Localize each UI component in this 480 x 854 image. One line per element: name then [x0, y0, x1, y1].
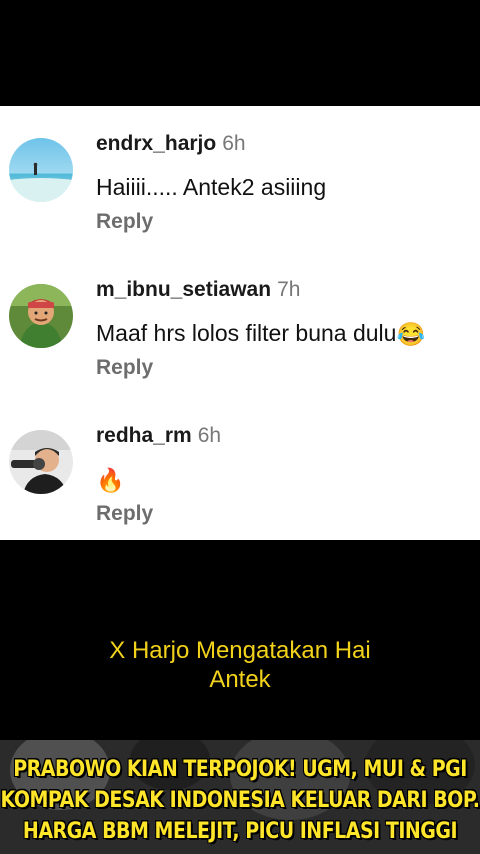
reply-button[interactable]: Reply	[96, 356, 153, 380]
comment-time: 7h	[277, 278, 301, 301]
headline-line: HARGA BBM MELEJIT, PICU INFLASI TINGGI	[22, 818, 458, 844]
reply-button[interactable]: Reply	[96, 210, 153, 234]
comment-username[interactable]: redha_rm 6h	[96, 424, 221, 448]
comments-panel: endrx_harjo 6h Haiiii..... Antek2 asiiing…	[0, 106, 480, 540]
comment-username[interactable]: m_ibnu_setiawan 7h	[96, 278, 300, 302]
comment-username[interactable]: endrx_harjo 6h	[96, 132, 246, 156]
headline-text: PRABOWO KIAN TERPOJOK! UGM, MUI & PGI KO…	[0, 754, 480, 847]
comment-text: Haiiii..... Antek2 asiiing	[96, 174, 327, 200]
comment-text: 🔥	[96, 466, 125, 494]
comment-text: Maaf hrs lolos filter buna dulu😂	[96, 320, 426, 348]
caption-line: X Harjo Mengatakan Hai	[109, 637, 371, 664]
news-headline-banner: PRABOWO KIAN TERPOJOK! UGM, MUI & PGI KO…	[0, 740, 480, 854]
caption-line: Antek	[209, 666, 271, 693]
top-black-bar	[0, 0, 480, 106]
cartoon-man-avatar[interactable]	[9, 284, 73, 348]
comment-time: 6h	[197, 424, 222, 447]
comment-item: m_ibnu_setiawan 7h Maaf hrs lolos filter …	[0, 276, 480, 422]
tears-of-joy-icon: 😂	[396, 321, 426, 348]
reply-button[interactable]: Reply	[96, 502, 153, 526]
comment-time: 6h	[222, 132, 246, 155]
video-caption: X Harjo Mengatakan Hai Antek	[40, 636, 440, 694]
beach-photo-avatar[interactable]	[9, 138, 73, 202]
headline-line: KOMPAK DESAK INDONESIA KELUAR DARI BOP.	[0, 787, 480, 813]
headline-line: PRABOWO KIAN TERPOJOK! UGM, MUI & PGI	[13, 756, 467, 782]
man-with-mic-avatar[interactable]	[9, 430, 73, 494]
comment-item: endrx_harjo 6h Haiiii..... Antek2 asiiing…	[0, 130, 480, 276]
fire-icon: 🔥	[96, 467, 125, 494]
